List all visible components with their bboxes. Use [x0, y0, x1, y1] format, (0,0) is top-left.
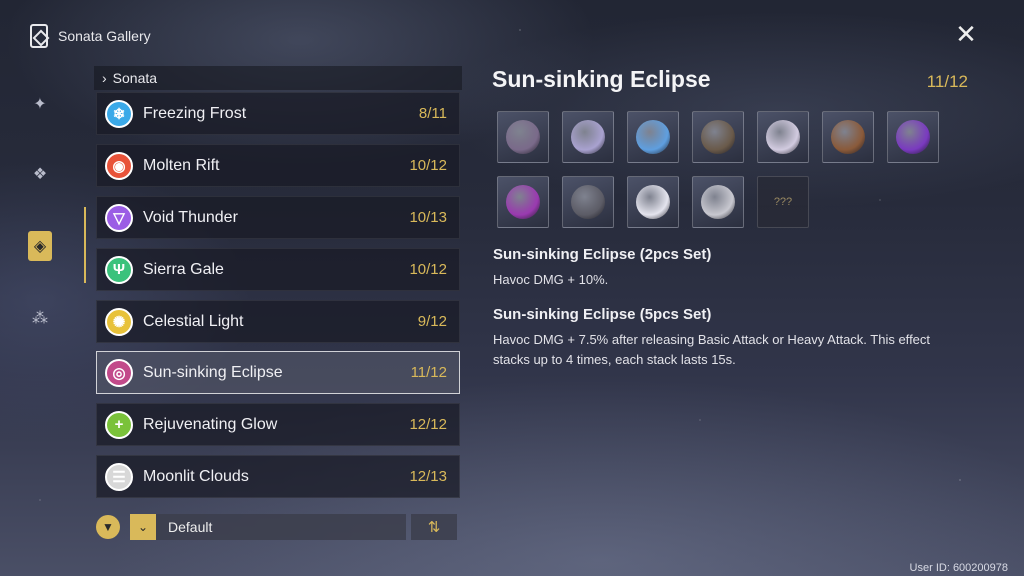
sonata-count: 10/12: [409, 157, 447, 174]
sonata-row-freezing-frost[interactable]: ❄ Freezing Frost 8/11: [96, 92, 460, 135]
echo-portrait: [571, 185, 605, 219]
sonata-name: Freezing Frost: [143, 104, 247, 122]
set-5pc-description: Havoc DMG + 7.5% after releasing Basic A…: [493, 332, 931, 367]
sonata-count: 11/12: [410, 364, 447, 381]
constellation-icon: ⁂: [32, 310, 48, 327]
echo-portrait: [701, 120, 735, 154]
sonata-name: Void Thunder: [143, 208, 238, 226]
locked-echo-label: ???: [773, 196, 793, 208]
echo-cell[interactable]: [627, 111, 679, 163]
sonata-count: 10/12: [409, 261, 447, 278]
sonata-gallery-icon: [30, 24, 48, 48]
sort-order-button[interactable]: ⇅: [411, 514, 457, 540]
crystal-icon: ✦: [33, 96, 47, 113]
echo-cell[interactable]: [562, 176, 614, 228]
sort-order-icon: ⇅: [427, 519, 441, 536]
frost-icon: ❄: [105, 99, 133, 128]
sonata-name: Rejuvenating Glow: [143, 415, 278, 433]
sonata-name: Sun-sinking Eclipse: [143, 363, 283, 381]
sonata-row-celestial-light[interactable]: ✺ Celestial Light 9/12: [96, 300, 460, 343]
sort-dropdown[interactable]: ⌄ Default: [130, 514, 406, 540]
chevron-right-icon: ›: [102, 70, 107, 86]
set-2pc-description: Havoc DMG + 10%.: [493, 272, 609, 287]
thunder-icon: ▽: [105, 203, 133, 232]
echo-cell[interactable]: [822, 111, 874, 163]
sonata-row-void-thunder[interactable]: ▽ Void Thunder 10/13: [96, 196, 460, 239]
echo-portrait: [831, 120, 865, 154]
filter-button[interactable]: ▼: [96, 515, 120, 539]
fire-icon: ◉: [105, 151, 133, 180]
wind-icon: Ψ: [105, 255, 133, 284]
close-button[interactable]: ✕: [952, 18, 980, 49]
sort-label: Default: [168, 519, 213, 535]
sonata-count: 10/13: [409, 209, 447, 226]
page-title: Sonata Gallery: [58, 28, 151, 44]
sonata-row-sierra-gale[interactable]: Ψ Sierra Gale 10/12: [96, 248, 460, 291]
echo-portrait: [766, 120, 800, 154]
echo-portrait: [636, 120, 670, 154]
page-header: Sonata Gallery: [30, 24, 151, 48]
sonata-card-icon: ◈: [28, 231, 52, 261]
eclipse-icon: ◎: [105, 358, 133, 387]
list-section-label: Sonata: [112, 70, 158, 86]
nav-crystal[interactable]: ✦: [20, 84, 60, 124]
user-id: User ID: 600200978: [909, 562, 1008, 574]
set-2pc-title: Sun-sinking Eclipse (2pcs Set): [493, 246, 712, 263]
echo-portrait: [896, 120, 930, 154]
sonata-name: Molten Rift: [143, 156, 220, 174]
echo-portrait: [506, 185, 540, 219]
echo-cell[interactable]: [497, 176, 549, 228]
heal-icon: +: [105, 410, 133, 439]
nav-constellation[interactable]: ⁂: [20, 298, 60, 338]
sonata-name: Celestial Light: [143, 312, 244, 330]
nav-echo-stack[interactable]: ❖: [20, 154, 60, 194]
sonata-count: 8/11: [418, 105, 447, 122]
list-section-header[interactable]: › Sonata: [94, 66, 462, 90]
echo-cell[interactable]: [562, 111, 614, 163]
nav-sonata[interactable]: ◈: [20, 226, 60, 266]
sonata-name: Moonlit Clouds: [143, 467, 249, 485]
echo-cell[interactable]: [692, 111, 744, 163]
chevron-down-icon: ⌄: [130, 514, 156, 540]
echo-portrait: [636, 185, 670, 219]
echo-cell[interactable]: [757, 111, 809, 163]
sonata-row-sun-sinking-eclipse[interactable]: ◎ Sun-sinking Eclipse 11/12: [96, 351, 460, 394]
sonata-row-molten-rift[interactable]: ◉ Molten Rift 10/12: [96, 144, 460, 187]
echo-portrait: [506, 120, 540, 154]
set-5pc-title: Sun-sinking Eclipse (5pcs Set): [493, 306, 712, 323]
echo-portrait: [701, 185, 735, 219]
echo-cell[interactable]: [497, 111, 549, 163]
active-nav-indicator: [84, 207, 86, 283]
light-icon: ✺: [105, 307, 133, 336]
sonata-row-moonlit-clouds[interactable]: ☰ Moonlit Clouds 12/13: [96, 455, 460, 498]
sonata-row-rejuvenating-glow[interactable]: + Rejuvenating Glow 12/12: [96, 403, 460, 446]
echo-stack-icon: ❖: [32, 166, 48, 183]
echo-portrait: [571, 120, 605, 154]
sonata-count: 9/12: [417, 313, 447, 330]
sonata-count: 12/13: [409, 468, 447, 485]
sonata-count: 12/12: [409, 416, 447, 433]
sonata-detail-count: 11/12: [926, 72, 968, 91]
echo-cell[interactable]: [887, 111, 939, 163]
sonata-name: Sierra Gale: [143, 260, 224, 278]
echo-cell[interactable]: [627, 176, 679, 228]
filter-icon: ▼: [102, 520, 114, 534]
cloud-icon: ☰: [105, 462, 133, 491]
sonata-detail-title: Sun-sinking Eclipse: [492, 66, 711, 92]
close-icon: ✕: [955, 18, 977, 49]
echo-cell[interactable]: [692, 176, 744, 228]
echo-cell-locked[interactable]: ???: [757, 176, 809, 228]
